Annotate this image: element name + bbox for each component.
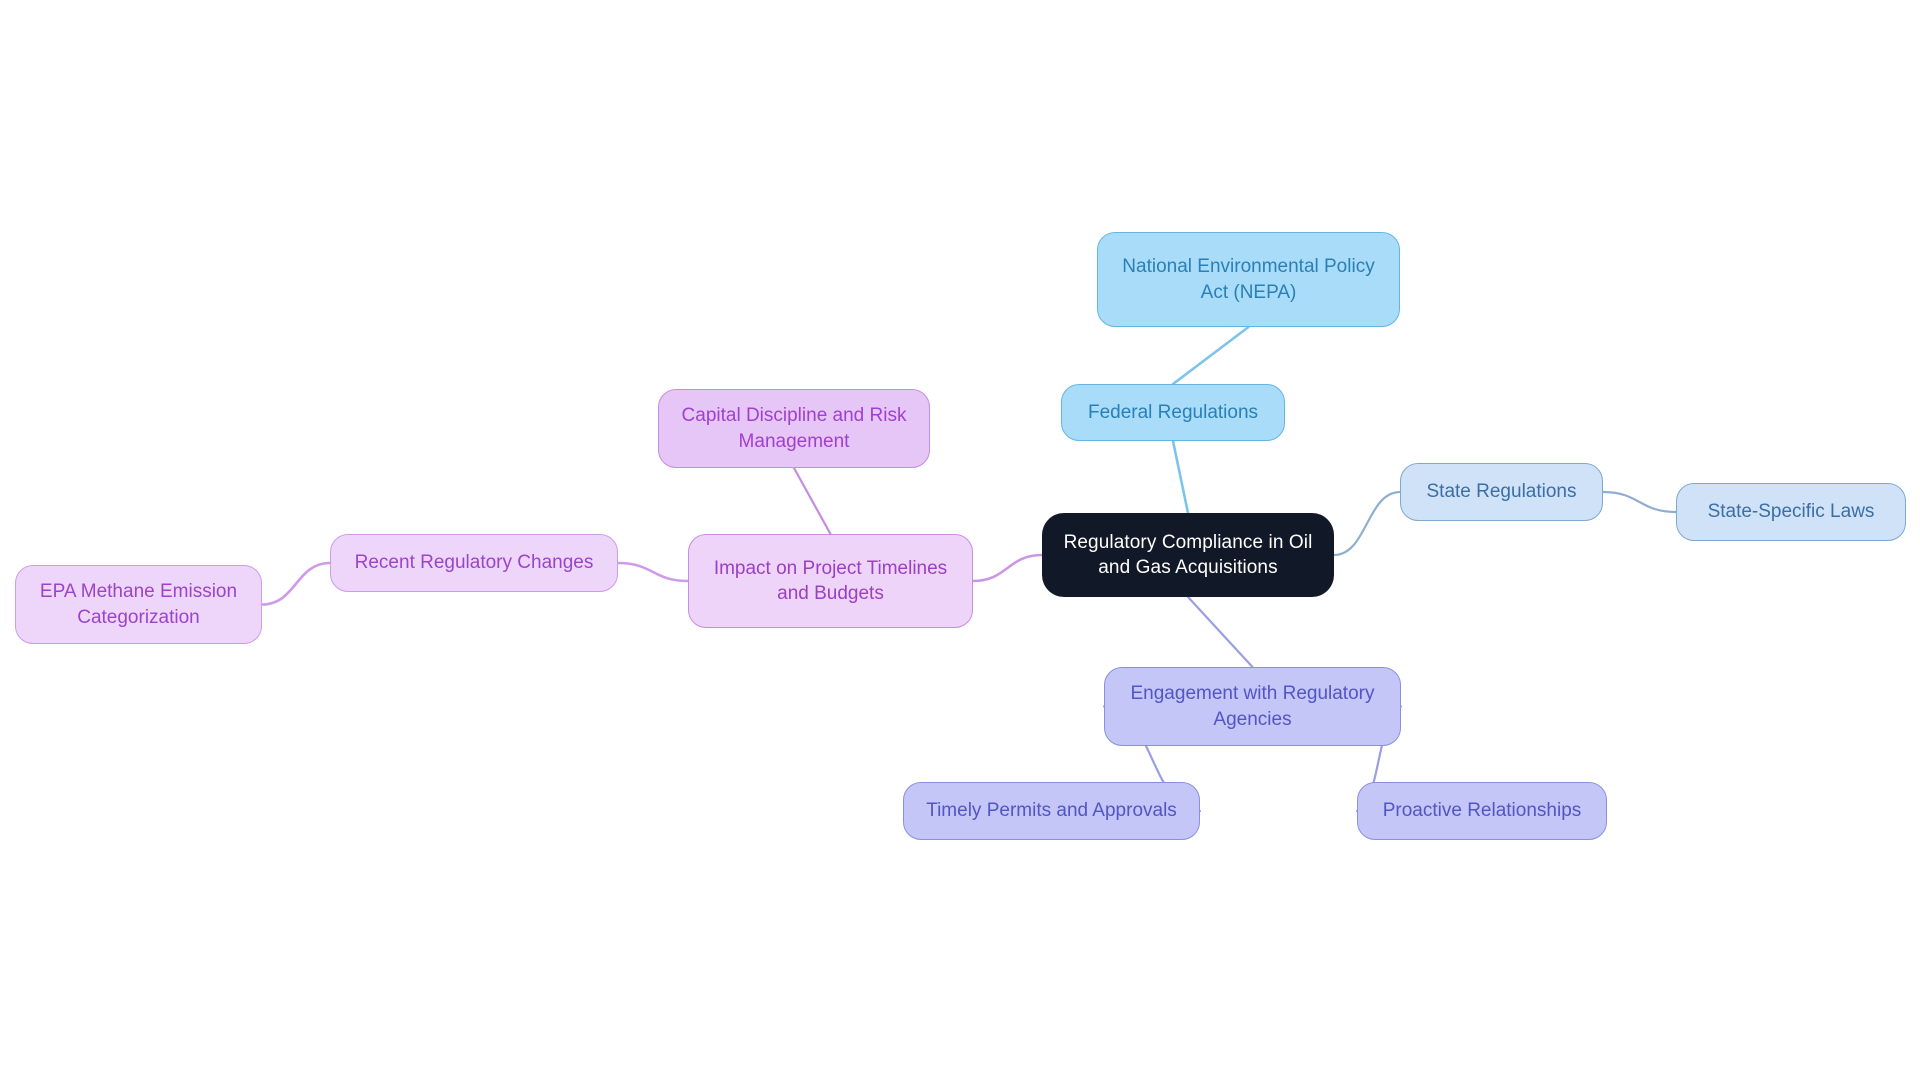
mindmap-node-label: State Regulations — [1426, 481, 1577, 503]
mindmap-canvas: Regulatory Compliance in Oil and Gas Acq… — [0, 0, 1920, 1083]
mindmap-edge — [260, 561, 332, 606]
mindmap-node-federal-regulations[interactable]: Federal Regulations — [1061, 384, 1285, 441]
mindmap-edge — [971, 553, 1044, 583]
mindmap-node-epa-methane-emission-categorization[interactable]: EPA Methane Emission Categorization — [15, 565, 262, 644]
mindmap-node-proactive-relationships[interactable]: Proactive Relationships — [1357, 782, 1607, 840]
mindmap-edge — [792, 466, 832, 536]
mindmap-node-state-regulations[interactable]: State Regulations — [1400, 463, 1603, 521]
mindmap-edge — [1186, 595, 1254, 669]
mindmap-edge — [1332, 490, 1402, 557]
mindmap-node-label: Impact on Project Timelines and Budgets — [713, 557, 948, 604]
mindmap-node-label: State-Specific Laws — [1707, 501, 1875, 523]
mindmap-edge — [616, 561, 690, 583]
mindmap-node-label: Timely Permits and Approvals — [926, 800, 1177, 822]
mindmap-node-label: Regulatory Compliance in Oil and Gas Acq… — [1063, 531, 1313, 578]
mindmap-node-engagement-with-regulatory-agencies[interactable]: Engagement with Regulatory Agencies — [1104, 667, 1401, 746]
mindmap-node-label: Engagement with Regulatory Agencies — [1130, 683, 1375, 730]
mindmap-node-capital-discipline-and-risk-management[interactable]: Capital Discipline and Risk Management — [658, 389, 930, 468]
mindmap-node-state-specific-laws[interactable]: State-Specific Laws — [1676, 483, 1906, 541]
mindmap-node-label: Proactive Relationships — [1382, 800, 1582, 822]
mindmap-node-label: EPA Methane Emission Categorization — [39, 581, 238, 628]
mindmap-node-label: Recent Regulatory Changes — [354, 552, 594, 574]
mindmap-node-root[interactable]: Regulatory Compliance in Oil and Gas Acq… — [1042, 513, 1334, 597]
mindmap-node-label: Capital Discipline and Risk Management — [681, 405, 907, 452]
mindmap-node-impact-on-project-timelines-and-budgets[interactable]: Impact on Project Timelines and Budgets — [688, 534, 973, 628]
mindmap-node-nepa[interactable]: National Environmental Policy Act (NEPA) — [1097, 232, 1400, 327]
mindmap-node-label: National Environmental Policy Act (NEPA) — [1122, 256, 1375, 303]
mindmap-node-timely-permits-and-approvals[interactable]: Timely Permits and Approvals — [903, 782, 1200, 840]
mindmap-node-recent-regulatory-changes[interactable]: Recent Regulatory Changes — [330, 534, 618, 592]
mindmap-edge — [1601, 490, 1678, 514]
mindmap-node-label: Federal Regulations — [1087, 401, 1259, 423]
mindmap-edge — [1171, 325, 1250, 386]
mindmap-edge — [1171, 439, 1190, 515]
